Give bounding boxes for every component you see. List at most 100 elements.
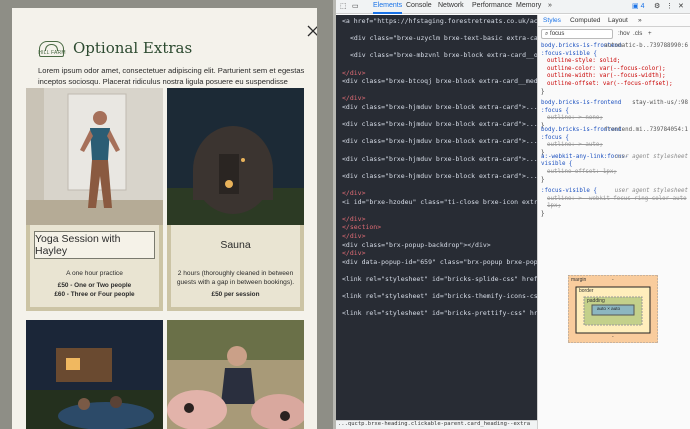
style-rule[interactable]: automatic-b..739788990:6 body.bricks-is-f… (538, 43, 690, 96)
dom-node-text: <div class="brxe-btcoqj brxe-block extra… (342, 77, 537, 86)
dom-node-line[interactable]: <div class="brx-popup-backdrop"></div> (342, 241, 491, 250)
hov-toggle[interactable]: :hov (618, 30, 630, 37)
box-padding-label: padding (587, 298, 605, 304)
dom-node-line[interactable]: <div class="brxe-uzyclm brxe-text-basic … (350, 34, 537, 43)
dom-node-text: <div class="brxe-mbzvnl brxe-block extra… (350, 51, 537, 60)
dom-node-text: </div> (342, 214, 366, 223)
dom-node-line[interactable]: <div class="brxe-hjmduv brxe-block extra… (342, 155, 537, 164)
dom-node-text: <div class="brx-popup-backdrop"></div> (342, 240, 491, 249)
tab-memory[interactable]: Memory (516, 2, 541, 9)
tab-layout[interactable]: Layout (608, 17, 628, 24)
card-subtitle-sauna: 2 hours (thoroughly cleaned in between g… (176, 270, 295, 286)
elements-tree[interactable]: <a href="https://hfstaging.forestretreat… (336, 15, 537, 420)
tab-styles[interactable]: Styles (543, 17, 561, 24)
rule-source-link[interactable]: stay-with-us/:98 (632, 100, 688, 108)
box-margin-top: - (612, 277, 614, 283)
tab-performance[interactable]: Performance (472, 2, 512, 9)
style-rule[interactable]: user agent stylesheet a:-webkit-any-link:… (538, 154, 690, 184)
rule-source-link[interactable]: automatic-b..739788990:6 (604, 43, 688, 51)
dom-node-line[interactable]: <div class="brxe-hjmduv brxe-block extra… (342, 172, 537, 181)
dom-node-line[interactable]: </section> (342, 223, 381, 232)
dom-node-line[interactable]: <div class="brxe-hjmduv brxe-block extra… (342, 103, 537, 112)
issues-badge[interactable]: ▣ 4 (632, 2, 644, 10)
rule-property[interactable]: outline-width: var(--focus-width); (541, 73, 690, 81)
dom-node-line[interactable]: <div class="brxe-hjmduv brxe-block extra… (342, 120, 537, 129)
dom-node-line[interactable]: </div> (342, 249, 365, 258)
rule-source-link[interactable]: user agent stylesheet (615, 188, 688, 196)
more-style-tabs-icon[interactable]: » (638, 17, 642, 24)
dom-node-line[interactable]: </div> (342, 94, 365, 103)
dom-node-line[interactable]: </div> (342, 232, 365, 241)
dom-node-text: </div> (342, 189, 366, 197)
active-tab-indicator (373, 12, 402, 14)
dom-node-line[interactable]: <div class="brxe-mbzvnl brxe-block extra… (350, 51, 537, 60)
dom-node-text: <div class="brxe-hjmduv brxe-block extra… (342, 137, 537, 146)
card-subtitle-yoga: A one hour practice (66, 270, 123, 277)
dom-node-text: <div data-popup-id="659" class="brx-popu… (342, 257, 537, 266)
extra-card-sauna[interactable]: Sauna 2 hours (thoroughly cleaned in bet… (167, 88, 304, 311)
styles-filter-input[interactable]: ⌕ focus (541, 29, 613, 39)
device-toggle-icon[interactable]: ▭ (352, 2, 359, 10)
pigs-photo[interactable] (167, 320, 304, 429)
dom-node-text: </div> (342, 68, 366, 77)
more-tabs-icon[interactable]: » (548, 2, 552, 9)
dom-node-line[interactable]: <link rel="stylesheet" id="bricks-themif… (342, 292, 537, 301)
box-border-label: border (579, 288, 594, 294)
sauna-photo (167, 88, 304, 225)
devtools-panel: ⬚ ▭ Elements Console Network Performance… (336, 0, 690, 429)
tab-console[interactable]: Console (406, 2, 432, 9)
dom-node-text: <div class="brxe-hjmduv brxe-block extra… (342, 103, 537, 111)
devtools-tabbar: ⬚ ▭ Elements Console Network Performance… (336, 0, 690, 14)
card-heading-yoga[interactable]: Yoga Session with Hayley (34, 231, 155, 259)
inspect-icon[interactable]: ⬚ (340, 2, 347, 10)
close-devtools-icon[interactable]: ✕ (678, 2, 684, 10)
card-price-yoga-2: £60 - Three or Four people (54, 291, 135, 298)
rule-property[interactable]: outline: > auto; (541, 142, 690, 150)
rule-property[interactable]: outline-style: solid; (541, 58, 690, 66)
tab-network[interactable]: Network (438, 2, 464, 9)
dom-node-line[interactable]: <div data-popup-id="659" class="brx-popu… (342, 258, 537, 267)
dom-node-text: <i id="brxe-hzodeu" class="ti-close brxe… (342, 197, 537, 206)
style-rule[interactable]: user agent stylesheet:focus-visible {out… (538, 188, 690, 218)
rule-close-brace: } (541, 176, 545, 183)
dom-node-line[interactable]: </div> (342, 215, 365, 224)
dom-node-text: </div> (342, 232, 366, 240)
rule-close-brace: } (541, 210, 545, 217)
dom-node-text: <a href="https://hfstaging.forestretreat… (342, 17, 537, 25)
rule-property[interactable]: outline-offset: var(--focus-offset); (541, 81, 690, 89)
rule-property[interactable]: outline-offset: 1px; (541, 169, 690, 177)
box-margin-bottom: - (612, 334, 614, 340)
add-rule-icon[interactable]: + (648, 30, 652, 37)
cls-toggle[interactable]: .cls (633, 30, 642, 37)
tab-elements[interactable]: Elements (373, 2, 402, 9)
style-rule[interactable]: stay-with-us/:98 body.bricks-is-frontend … (538, 100, 690, 130)
dom-node-line[interactable]: </div> (342, 69, 365, 78)
dom-node-line[interactable]: <div class="brxe-hjmduv brxe-block extra… (342, 137, 537, 146)
dom-node-line[interactable]: <a href="https://hfstaging.forestretreat… (342, 17, 537, 26)
rule-property[interactable]: outline-color: var(--focus-color); (541, 66, 690, 74)
hot-tub-photo[interactable] (26, 320, 163, 429)
extra-card-yoga[interactable]: Yoga Session with Hayley A one hour prac… (26, 88, 163, 311)
box-margin-label: margin (571, 277, 587, 283)
settings-icon[interactable]: ⚙ (654, 2, 660, 10)
card-heading-sauna[interactable]: Sauna (175, 231, 296, 259)
elements-breadcrumb[interactable]: ...quctp.brxe-heading.clickable-parent.c… (336, 420, 537, 429)
rule-source-link[interactable]: frontend.mi..739784054:1 (604, 127, 688, 135)
dom-node-text: <div class="brxe-hjmduv brxe-block extra… (342, 171, 537, 180)
dom-node-line[interactable]: <link rel="stylesheet" id="bricks-splide… (342, 275, 537, 284)
dom-node-line[interactable]: <link rel="stylesheet" id="bricks-pretti… (342, 309, 537, 318)
yoga-photo (26, 88, 163, 225)
dom-node-line[interactable]: <div class="brxe-btcoqj brxe-block extra… (342, 77, 537, 86)
rule-property[interactable]: outline: > none; (541, 115, 690, 123)
rule-source-link[interactable]: user agent stylesheet (615, 154, 688, 162)
styles-tabbar: Styles Computed Layout » (538, 15, 690, 27)
popup-title: Optional Extras (73, 39, 193, 57)
dom-node-text: </div> (342, 94, 366, 103)
dom-node-line[interactable]: </div> (342, 189, 365, 198)
more-options-icon[interactable]: ⋮ (666, 2, 673, 10)
tab-computed[interactable]: Computed (570, 17, 600, 24)
dom-node-line[interactable]: <i id="brxe-hzodeu" class="ti-close brxe… (342, 198, 537, 207)
styles-pane: Styles Computed Layout » ⌕ focus :hov .c… (537, 15, 690, 429)
rule-property[interactable]: outline: > -webkit-focus-ring-color auto… (541, 196, 690, 211)
dom-node-text: <link rel="stylesheet" id="bricks-splide… (342, 275, 537, 283)
